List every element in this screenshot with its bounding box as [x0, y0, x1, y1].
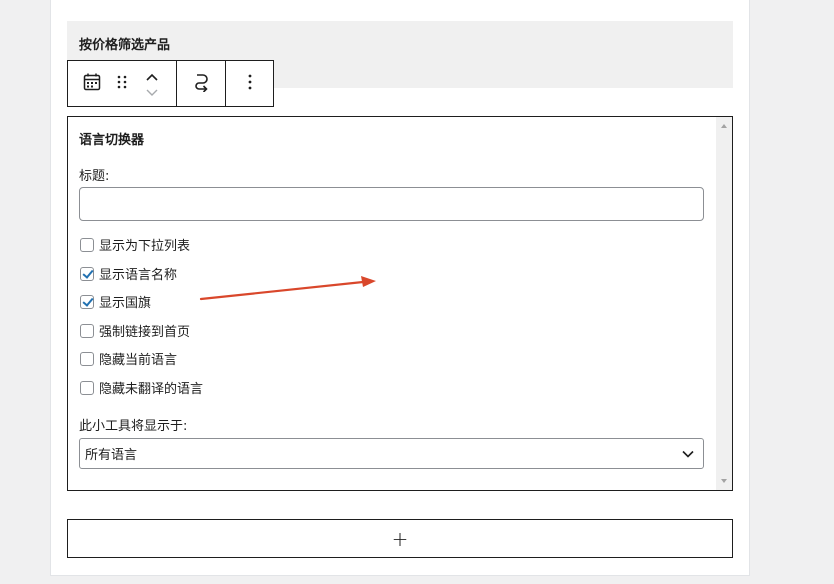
option-label: 显示为下拉列表: [99, 239, 191, 254]
option-label: 显示国旗: [99, 296, 152, 311]
option-label: 显示语言名称: [99, 268, 178, 283]
option-label: 隐藏未翻译的语言: [99, 382, 204, 397]
chevron-down-icon: [681, 447, 695, 465]
drag-button[interactable]: [116, 61, 128, 106]
option-show-names[interactable]: 显示语言名称: [80, 264, 177, 283]
option-force-home[interactable]: 强制链接到首页: [80, 321, 190, 340]
title-field[interactable]: [79, 187, 704, 221]
mover-controls: [127, 61, 176, 106]
checkbox[interactable]: [80, 323, 94, 338]
widget-scrollbar[interactable]: [716, 117, 732, 490]
widget-title: 语言切换器: [79, 133, 145, 148]
option-label: 隐藏当前语言: [99, 353, 178, 368]
scroll-up-icon[interactable]: [721, 124, 727, 128]
display-label: 此小工具将显示于:: [79, 419, 188, 434]
block-type-button[interactable]: [68, 61, 116, 106]
option-label: 强制链接到首页: [99, 325, 191, 340]
display-language-value: 所有语言: [85, 448, 138, 463]
plus-icon: +: [391, 526, 409, 551]
transform-button[interactable]: [177, 61, 225, 106]
checkbox[interactable]: [80, 351, 94, 366]
calendar-icon: [83, 73, 101, 95]
toolbar-group-transform: [177, 61, 226, 106]
more-options-button[interactable]: [226, 61, 273, 106]
option-dropdown[interactable]: 显示为下拉列表: [80, 235, 190, 254]
toolbar-group-block: [68, 61, 177, 106]
annotation-arrow-icon: [199, 276, 376, 301]
option-show-flags[interactable]: 显示国旗: [80, 292, 151, 311]
checkbox[interactable]: [80, 237, 94, 252]
transform-icon: [191, 72, 211, 96]
option-hide-untranslated[interactable]: 隐藏未翻译的语言: [80, 378, 203, 397]
drag-handle-icon: [117, 74, 127, 94]
move-down-button[interactable]: [145, 86, 159, 100]
move-down-icon: [145, 83, 159, 102]
display-language-select[interactable]: 所有语言: [79, 438, 704, 469]
title-field-label: 标题:: [79, 169, 110, 184]
price-filter-block-title: 按价格筛选产品: [79, 38, 171, 53]
checkbox[interactable]: [80, 294, 94, 309]
checkbox[interactable]: [80, 380, 94, 395]
block-toolbar: [67, 60, 274, 107]
toolbar-group-options: [226, 61, 273, 106]
option-hide-current[interactable]: 隐藏当前语言: [80, 349, 177, 368]
more-options-icon: [248, 74, 252, 94]
add-block-button[interactable]: +: [67, 519, 733, 558]
checkbox[interactable]: [80, 266, 94, 281]
language-switcher-widget: 语言切换器 标题: 显示为下拉列表 显示语言名称 显示国旗 强制链接到首页 隐藏…: [67, 116, 733, 491]
scroll-down-icon[interactable]: [721, 479, 727, 483]
